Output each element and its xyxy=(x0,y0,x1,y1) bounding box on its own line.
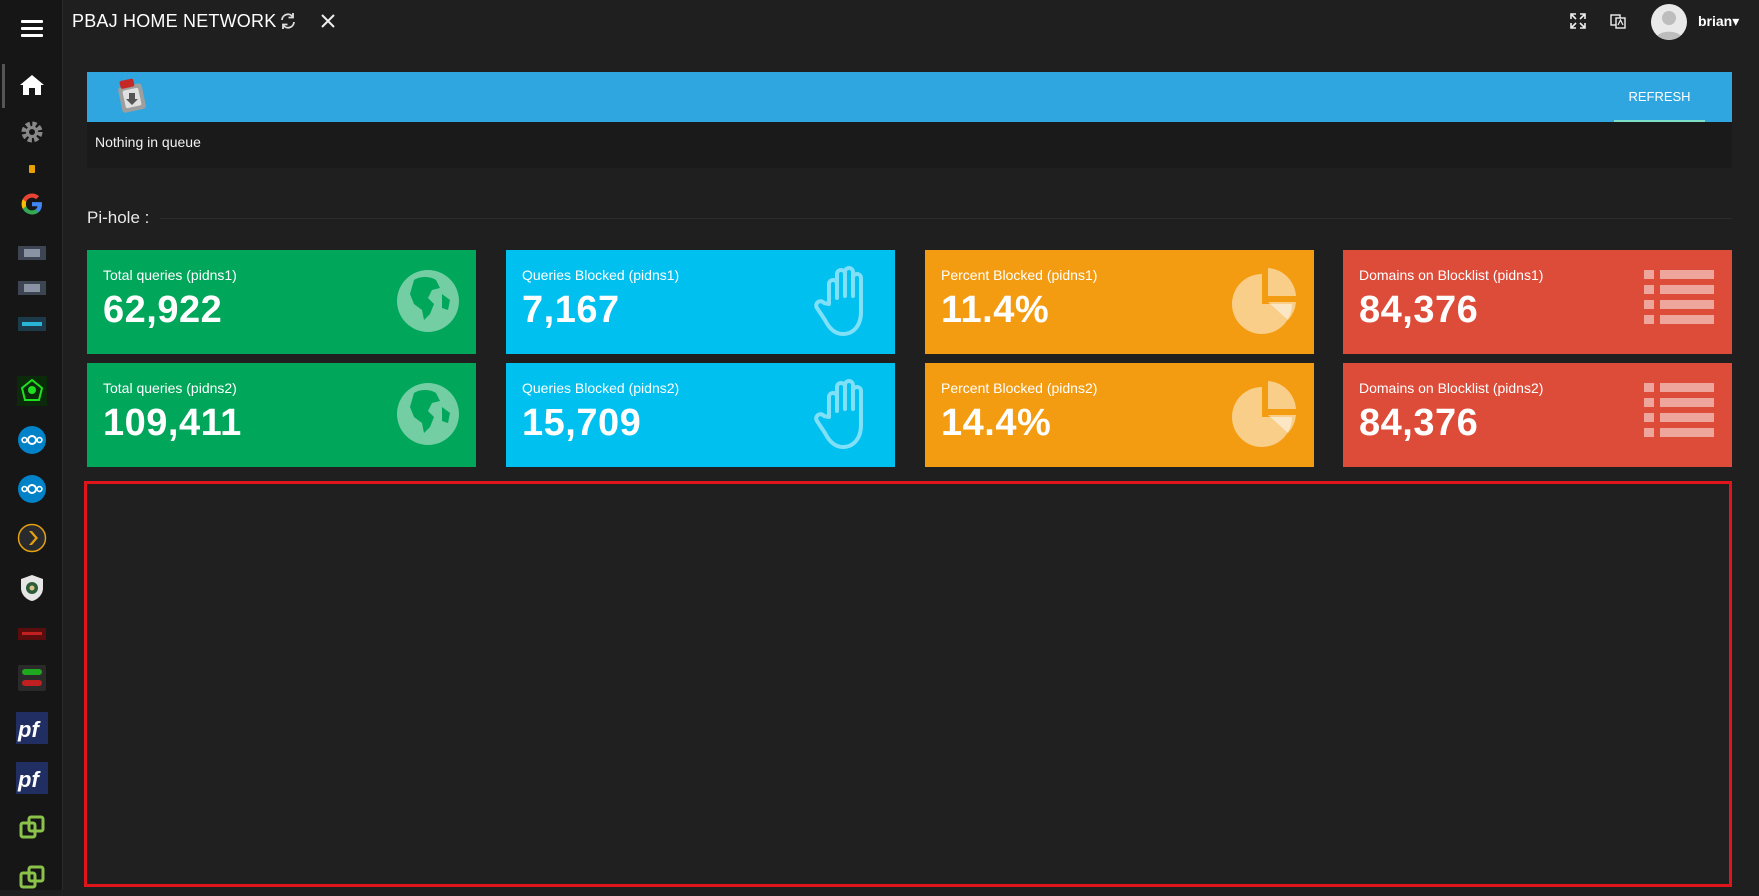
pie-chart-icon xyxy=(1232,381,1296,447)
app-thumbnail-icon[interactable] xyxy=(14,270,50,306)
nextcloud-icon[interactable] xyxy=(14,471,50,507)
refresh-icon[interactable] xyxy=(277,10,299,32)
stat-tile-percent-blocked-pidns2[interactable]: Percent Blocked (pidns2) 14.4% xyxy=(925,363,1314,467)
stat-tile-total-queries-pidns1[interactable]: Total queries (pidns1) 62,922 xyxy=(87,250,476,354)
stat-tile-domains-blocklist-pidns1[interactable]: Domains on Blocklist (pidns1) 84,376 xyxy=(1343,250,1732,354)
stat-tile-total-queries-pidns2[interactable]: Total queries (pidns2) 109,411 xyxy=(87,363,476,467)
globe-icon xyxy=(397,270,459,332)
switch-icon[interactable] xyxy=(14,660,50,696)
menu-icon[interactable] xyxy=(21,20,43,41)
user-menu[interactable]: brian▾ xyxy=(1698,13,1739,30)
app-thumbnail-icon[interactable] xyxy=(14,616,50,652)
app-title: PBAJ HOME NETWORK xyxy=(72,11,277,31)
active-indicator xyxy=(2,64,5,108)
sidebar: pf pf xyxy=(0,0,63,890)
section-title: Pi-hole : xyxy=(87,208,150,227)
shield-icon[interactable] xyxy=(14,570,50,606)
pfsense-icon[interactable]: pf xyxy=(14,760,50,796)
svg-text:pf: pf xyxy=(17,767,41,792)
pfsense-icon[interactable]: pf xyxy=(14,710,50,746)
stat-tile-domains-blocklist-pidns2[interactable]: Domains on Blocklist (pidns2) 84,376 xyxy=(1343,363,1732,467)
queue-widget: REFRESH Nothing in queue xyxy=(87,72,1732,168)
app-icon[interactable] xyxy=(14,151,50,187)
globe-icon xyxy=(397,383,459,445)
pie-chart-icon xyxy=(1232,268,1296,334)
app-thumbnail-icon[interactable] xyxy=(14,235,50,271)
language-icon[interactable] xyxy=(1607,10,1629,32)
app-thumbnail-icon[interactable] xyxy=(14,306,50,342)
plex-icon[interactable] xyxy=(14,520,50,556)
svg-text:pf: pf xyxy=(17,717,41,742)
vmware-icon[interactable] xyxy=(14,810,50,846)
queue-header: REFRESH xyxy=(87,72,1732,122)
close-icon[interactable] xyxy=(317,10,339,32)
download-app-logo-icon xyxy=(114,77,150,120)
google-icon[interactable] xyxy=(14,186,50,222)
nextcloud-icon[interactable] xyxy=(14,422,50,458)
list-icon xyxy=(1644,383,1714,437)
stat-tile-percent-blocked-pidns1[interactable]: Percent Blocked (pidns1) 11.4% xyxy=(925,250,1314,354)
home-icon[interactable] xyxy=(14,67,50,103)
refresh-tab[interactable]: REFRESH xyxy=(1614,72,1705,122)
top-bar: PBAJ HOME NETWORK xyxy=(63,0,1759,46)
queue-status: Nothing in queue xyxy=(95,134,201,150)
section-divider xyxy=(160,218,1732,219)
stat-tile-queries-blocked-pidns1[interactable]: Queries Blocked (pidns1) 7,167 xyxy=(506,250,895,354)
stat-tile-queries-blocked-pidns2[interactable]: Queries Blocked (pidns2) 15,709 xyxy=(506,363,895,467)
avatar[interactable] xyxy=(1651,4,1687,40)
list-icon xyxy=(1644,270,1714,324)
embedded-frame[interactable] xyxy=(84,481,1732,887)
gear-icon[interactable] xyxy=(14,114,50,150)
vmware-icon[interactable] xyxy=(14,860,50,896)
hand-icon xyxy=(814,266,863,336)
alien-icon[interactable] xyxy=(14,373,50,409)
hand-icon xyxy=(814,379,863,449)
fullscreen-icon[interactable] xyxy=(1567,10,1589,32)
